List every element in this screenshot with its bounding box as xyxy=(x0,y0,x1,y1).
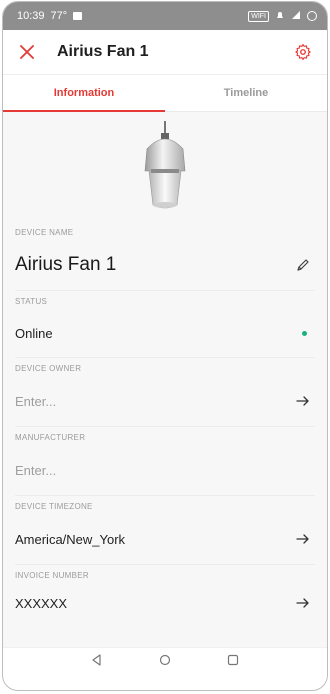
manufacturer-row[interactable]: Enter... xyxy=(15,445,315,496)
invoice-number-arrow-button[interactable] xyxy=(291,591,315,615)
invoice-number-row[interactable]: XXXXXX xyxy=(15,583,315,623)
online-indicator xyxy=(302,330,307,336)
arrow-right-icon xyxy=(296,598,309,608)
arrow-right-icon xyxy=(296,534,309,544)
phone-frame: 10:39 77° WIFI Airius Fan 1 Information … xyxy=(2,1,328,691)
device-image xyxy=(3,112,327,222)
network-badge: WIFI xyxy=(248,10,269,22)
device-timezone-arrow-button[interactable] xyxy=(291,527,315,551)
fan-icon xyxy=(144,121,186,209)
device-owner-label: DEVICE OWNER xyxy=(15,364,82,373)
back-button[interactable] xyxy=(87,650,107,670)
edit-device-name-button[interactable] xyxy=(291,253,315,277)
status-bar-left: 10:39 77° xyxy=(17,10,83,22)
recents-square-icon xyxy=(227,654,239,666)
pencil-icon xyxy=(297,259,309,271)
notification-icon xyxy=(73,12,83,20)
app-header: Airius Fan 1 xyxy=(3,30,327,75)
manufacturer-field: MANUFACTURER Enter... xyxy=(3,427,327,496)
close-icon xyxy=(20,45,34,59)
invoice-number-value: XXXXXX xyxy=(15,595,68,611)
device-owner-field: DEVICE OWNER Enter... xyxy=(3,358,327,427)
tab-information[interactable]: Information xyxy=(3,75,165,112)
settings-button[interactable] xyxy=(291,40,315,64)
device-owner-arrow-button[interactable] xyxy=(291,389,315,413)
device-owner-row[interactable]: Enter... xyxy=(15,376,315,427)
page-title: Airius Fan 1 xyxy=(57,43,149,60)
device-timezone-label: DEVICE TIMEZONE xyxy=(15,502,93,511)
home-circle-icon xyxy=(159,654,171,666)
device-owner-input[interactable]: Enter... xyxy=(15,394,56,409)
status-temp: 77° xyxy=(50,10,68,22)
device-timezone-field: DEVICE TIMEZONE America/New_York xyxy=(3,496,327,565)
information-panel: DEVICE NAME Airius Fan 1 STATUS Online D… xyxy=(3,112,327,672)
status-row: Online xyxy=(15,309,315,358)
system-nav-bar xyxy=(3,647,327,672)
device-name-value: Airius Fan 1 xyxy=(15,254,117,275)
device-name-field: DEVICE NAME Airius Fan 1 xyxy=(3,222,327,291)
home-button[interactable] xyxy=(155,650,175,670)
status-field: STATUS Online xyxy=(3,291,327,358)
status-time: 10:39 xyxy=(17,10,45,22)
tab-timeline[interactable]: Timeline xyxy=(165,75,327,111)
device-timezone-value: America/New_York xyxy=(15,531,126,547)
manufacturer-input[interactable]: Enter... xyxy=(15,463,56,478)
invoice-number-label: INVOICE NUMBER xyxy=(15,571,89,580)
close-button[interactable] xyxy=(15,40,39,64)
status-value: Online xyxy=(15,325,53,341)
device-name-label: DEVICE NAME xyxy=(15,228,74,237)
device-timezone-row[interactable]: America/New_York xyxy=(15,514,315,565)
status-bar-right: WIFI xyxy=(248,10,317,23)
manufacturer-label: MANUFACTURER xyxy=(15,433,86,442)
invoice-number-field: INVOICE NUMBER XXXXXX xyxy=(3,565,327,623)
alarm-icon xyxy=(275,10,285,23)
status-label: STATUS xyxy=(15,297,48,306)
tab-bar: Information Timeline xyxy=(3,75,327,112)
recents-button[interactable] xyxy=(223,650,243,670)
device-name-row: Airius Fan 1 xyxy=(15,240,315,291)
back-triangle-icon xyxy=(92,654,101,666)
status-bar: 10:39 77° WIFI xyxy=(3,2,327,30)
arrow-right-icon xyxy=(296,396,309,406)
gear-icon xyxy=(295,43,311,61)
battery-icon xyxy=(307,11,317,21)
signal-icon xyxy=(291,10,301,23)
